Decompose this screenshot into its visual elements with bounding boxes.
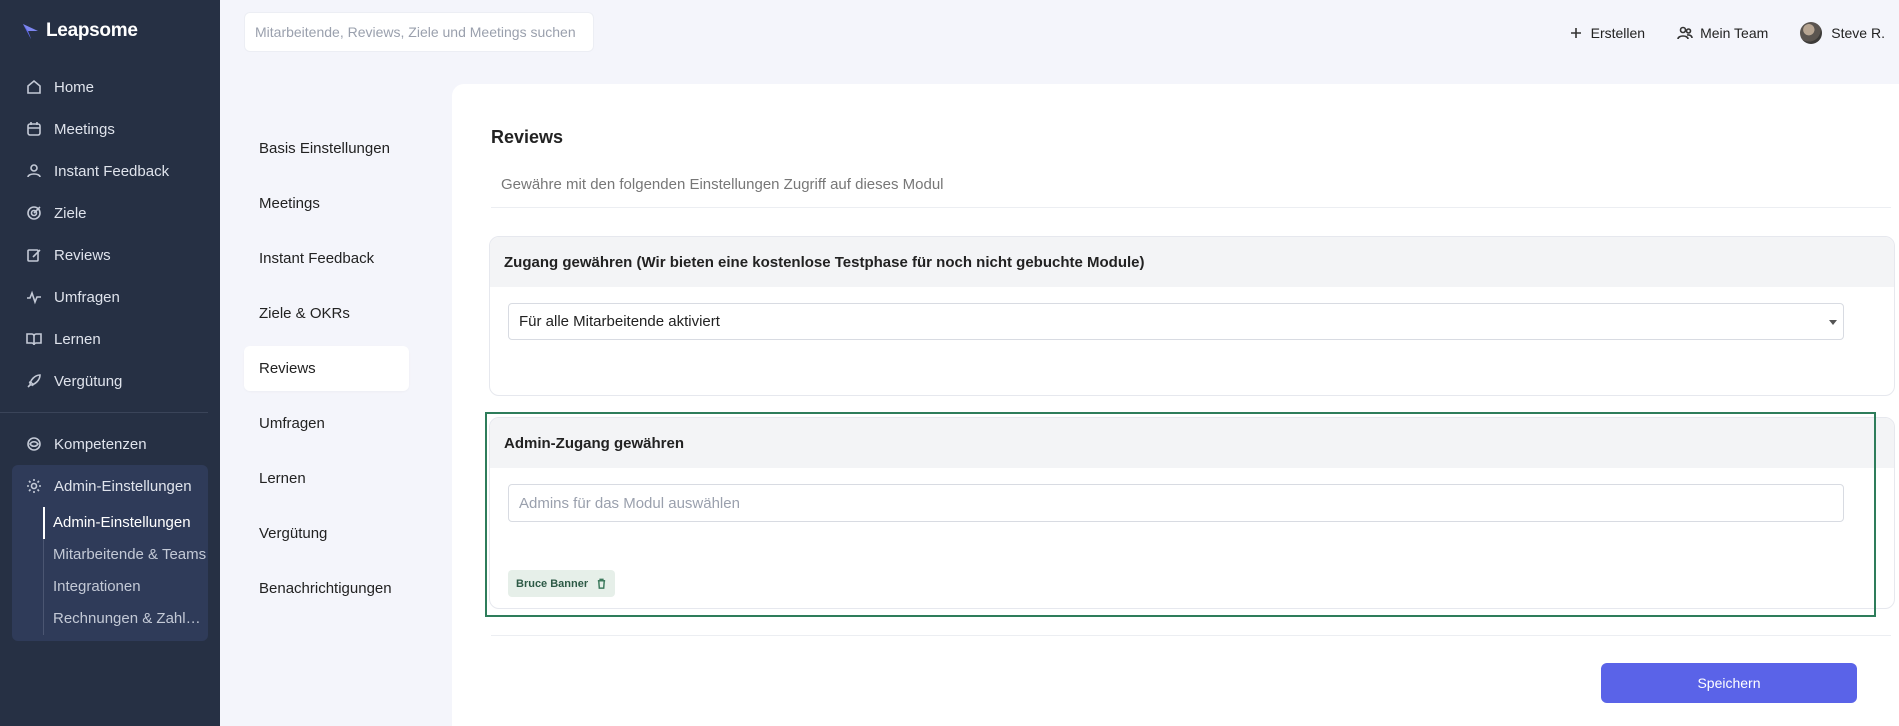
admin-settings-group: Admin-Einstellungen Admin-Einstellungen … bbox=[12, 465, 208, 641]
sidebar-item-label: Umfragen bbox=[54, 288, 120, 306]
access-select-value: Für alle Mitarbeitende aktiviert bbox=[519, 313, 720, 330]
settings-tab-surveys[interactable]: Umfragen bbox=[244, 396, 409, 451]
settings-tab-goals[interactable]: Ziele & OKRs bbox=[244, 286, 409, 341]
settings-tab-instant-feedback[interactable]: Instant Feedback bbox=[244, 231, 409, 286]
global-search-input[interactable] bbox=[244, 12, 594, 52]
create-label: Erstellen bbox=[1590, 25, 1646, 41]
sidebar-subitem-integrations[interactable]: Integrationen bbox=[12, 571, 208, 603]
save-button[interactable]: Speichern bbox=[1601, 663, 1857, 703]
brand-logo[interactable]: Leapsome bbox=[22, 20, 138, 42]
home-icon bbox=[27, 79, 41, 94]
rocket-icon bbox=[27, 374, 41, 388]
sidebar-subitem-employees-teams[interactable]: Mitarbeitende & Teams bbox=[12, 539, 208, 571]
sidebar-item-label: Vergütung bbox=[54, 372, 123, 390]
sidebar-item-label: Lernen bbox=[54, 330, 101, 348]
settings-tab-reviews[interactable]: Reviews bbox=[244, 346, 409, 391]
page-title: Reviews bbox=[491, 127, 564, 147]
sidebar-subitem-label: Rechnungen & Zahlungen bbox=[53, 610, 208, 627]
settings-tab-meetings[interactable]: Meetings bbox=[244, 176, 409, 231]
settings-subnav: Basis Einstellungen Meetings Instant Fee… bbox=[244, 121, 409, 616]
access-panel: Zugang gewähren (Wir bieten eine kostenl… bbox=[489, 236, 1895, 396]
sidebar-item-kompetenzen[interactable]: Kompetenzen bbox=[12, 423, 208, 465]
sidebar-item-label: Reviews bbox=[54, 246, 111, 264]
sidebar-item-reviews[interactable]: Reviews bbox=[12, 234, 208, 276]
sidebar-item-ziele[interactable]: Ziele bbox=[12, 192, 208, 234]
tree-line bbox=[43, 539, 44, 571]
module-settings-card: Reviews Gewähre mit den folgenden Einste… bbox=[452, 84, 1899, 726]
edit-icon bbox=[27, 249, 41, 262]
team-icon bbox=[1677, 26, 1693, 40]
sidebar: Leapsome Home Meetings Instant Feedback … bbox=[0, 0, 220, 726]
divider bbox=[491, 207, 1891, 208]
sidebar-item-lernen[interactable]: Lernen bbox=[12, 318, 208, 360]
plus-icon bbox=[1570, 28, 1581, 38]
sidebar-item-label: Instant Feedback bbox=[54, 162, 170, 180]
my-team-button[interactable]: Mein Team bbox=[1677, 25, 1768, 41]
tree-line bbox=[43, 603, 44, 635]
access-select[interactable]: Für alle Mitarbeitende aktiviert bbox=[508, 303, 1844, 340]
competencies-icon bbox=[27, 437, 41, 451]
sidebar-item-label: Kompetenzen bbox=[54, 435, 147, 453]
sidebar-item-label: Admin-Einstellungen bbox=[54, 477, 192, 495]
settings-tab-basis[interactable]: Basis Einstellungen bbox=[244, 121, 409, 176]
user-name: Steve R. bbox=[1831, 25, 1885, 41]
create-button[interactable]: Erstellen bbox=[1568, 25, 1645, 41]
settings-tab-compensation[interactable]: Vergütung bbox=[244, 506, 409, 561]
settings-tab-notifications[interactable]: Benachrichtigungen bbox=[244, 561, 409, 616]
top-actions: Erstellen Mein Team Steve R. bbox=[1536, 22, 1885, 44]
target-icon bbox=[27, 206, 41, 220]
sidebar-item-umfragen[interactable]: Umfragen bbox=[12, 276, 208, 318]
sidebar-item-verguetung[interactable]: Vergütung bbox=[12, 360, 208, 402]
nav-divider bbox=[0, 412, 208, 413]
focus-highlight-frame bbox=[485, 412, 1876, 617]
sidebar-subitem-admin-settings[interactable]: Admin-Einstellungen bbox=[12, 507, 208, 539]
page-subtitle: Gewähre mit den folgenden Einstellungen … bbox=[501, 176, 944, 193]
sidebar-subitem-label: Admin-Einstellungen bbox=[53, 514, 191, 531]
pulse-icon bbox=[27, 290, 41, 305]
leapsome-logo-icon bbox=[23, 24, 38, 39]
sidebar-subitem-label: Integrationen bbox=[53, 578, 141, 595]
gear-icon bbox=[27, 479, 41, 493]
sidebar-item-home[interactable]: Home bbox=[12, 66, 208, 108]
sidebar-item-meetings[interactable]: Meetings bbox=[12, 108, 208, 150]
sidebar-item-label: Meetings bbox=[54, 120, 115, 138]
avatar bbox=[1800, 22, 1823, 44]
book-icon bbox=[26, 333, 42, 346]
my-team-label: Mein Team bbox=[1700, 25, 1769, 41]
divider bbox=[491, 635, 1891, 636]
sidebar-item-admin-settings[interactable]: Admin-Einstellungen bbox=[12, 465, 208, 507]
brand-name: Leapsome bbox=[46, 20, 138, 41]
sidebar-subitem-label: Mitarbeitende & Teams bbox=[53, 546, 207, 563]
access-heading: Zugang gewähren (Wir bieten eine kostenl… bbox=[490, 237, 1894, 287]
tree-line bbox=[43, 571, 44, 603]
calendar-icon bbox=[27, 122, 41, 136]
sidebar-item-label: Ziele bbox=[54, 204, 87, 222]
sidebar-item-label: Home bbox=[54, 78, 95, 96]
settings-tab-learning[interactable]: Lernen bbox=[244, 451, 409, 506]
sidebar-subitem-billing[interactable]: Rechnungen & Zahlungen bbox=[12, 603, 208, 635]
active-indicator bbox=[43, 507, 45, 539]
user-menu[interactable]: Steve R. bbox=[1800, 22, 1885, 44]
sidebar-item-instant-feedback[interactable]: Instant Feedback bbox=[12, 150, 208, 192]
main-nav: Home Meetings Instant Feedback Ziele Rev… bbox=[0, 66, 208, 641]
feedback-icon bbox=[27, 164, 41, 178]
chevron-down-icon bbox=[1829, 320, 1837, 325]
